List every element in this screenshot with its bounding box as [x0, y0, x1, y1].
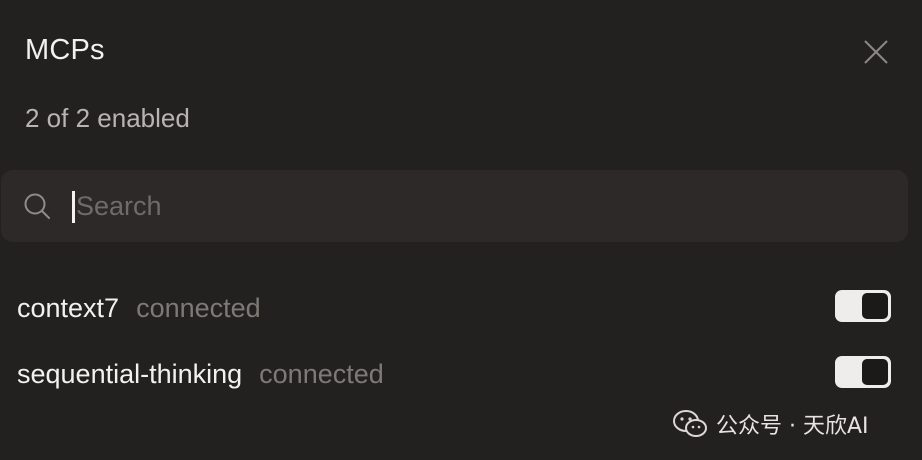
server-row-sequential-thinking: sequential-thinking connected	[17, 354, 897, 394]
search-input[interactable]	[71, 184, 876, 228]
search-icon	[24, 193, 50, 219]
close-icon	[864, 40, 888, 64]
server-row-context7: context7 connected	[17, 288, 897, 328]
server-name: context7	[17, 292, 120, 323]
server-toggle-sequential-thinking[interactable]	[835, 356, 891, 388]
wechat-logo-icon	[673, 410, 707, 437]
search-box[interactable]	[1, 170, 908, 242]
server-status: connected	[136, 292, 261, 323]
panel-title: MCPs	[25, 34, 105, 66]
server-name: sequential-thinking	[17, 358, 243, 389]
toggle-knob	[862, 293, 888, 319]
close-button[interactable]	[858, 34, 894, 70]
text-caret	[72, 191, 75, 223]
enabled-count: 2 of 2 enabled	[25, 103, 190, 133]
toggle-knob	[862, 359, 888, 385]
watermark: 公众号 · 天欣AI	[672, 406, 869, 442]
server-toggle-context7[interactable]	[835, 290, 891, 322]
server-status: connected	[259, 358, 384, 389]
watermark-text: 公众号 · 天欣AI	[716, 414, 869, 439]
